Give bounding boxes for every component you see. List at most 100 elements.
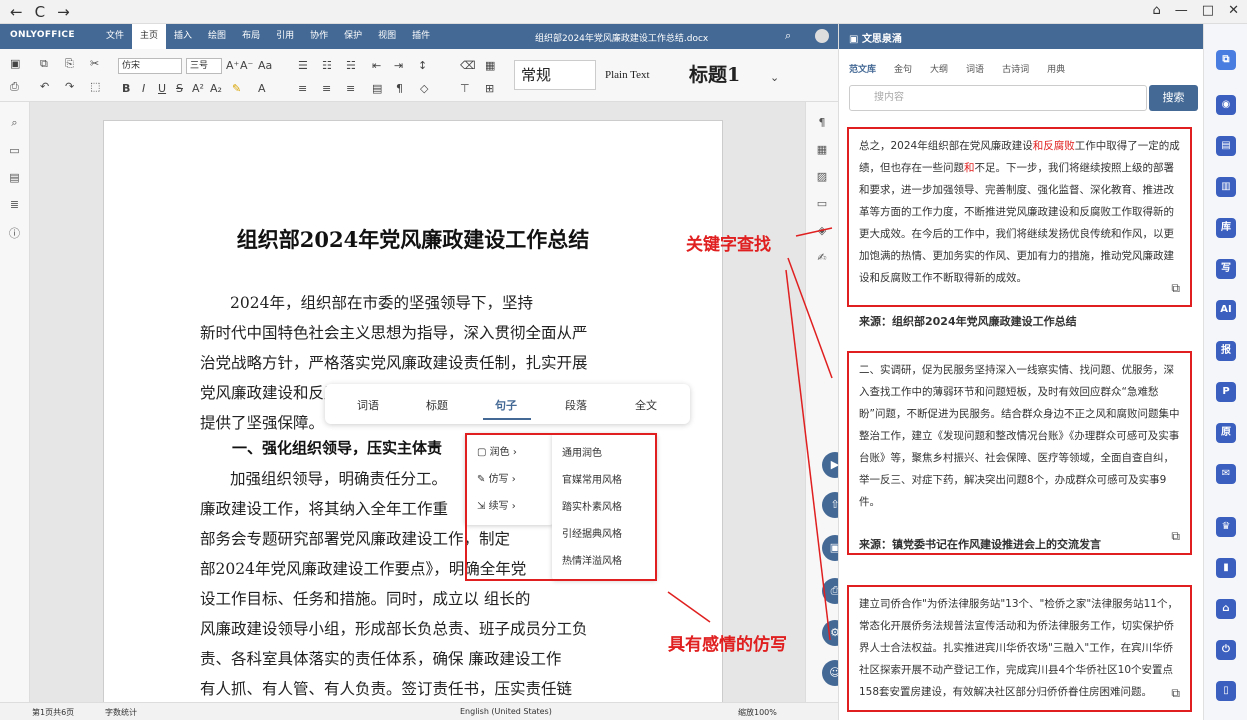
subscript-icon[interactable]: A₂	[210, 82, 222, 95]
style-heading1[interactable]: 标题1	[682, 60, 762, 90]
bullet-list-icon[interactable]: ☰	[298, 59, 308, 72]
copy-icon[interactable]: ⧉	[40, 57, 48, 71]
tab-protect[interactable]: 保护	[336, 24, 370, 49]
navigation-icon[interactable]: ≣	[0, 198, 29, 211]
popup-option-sentence[interactable]: 句子	[495, 397, 517, 413]
word-count[interactable]: 字数统计	[105, 707, 137, 718]
search-icon[interactable]: ⌕	[785, 29, 791, 43]
font-name-select[interactable]: 仿宋	[118, 58, 182, 74]
undo-icon[interactable]: ↶	[40, 80, 49, 93]
comments-icon[interactable]: ▭	[0, 144, 29, 157]
bold-icon[interactable]: B	[122, 82, 130, 95]
avatar[interactable]	[815, 29, 829, 43]
sidebar-toggle-icon[interactable]: ⧉	[1216, 50, 1236, 70]
library-icon[interactable]: 库	[1216, 218, 1236, 238]
highlight-icon[interactable]: ✎	[232, 82, 241, 95]
popup-option-paragraph[interactable]: 段落	[565, 397, 587, 413]
info-icon[interactable]: ⓘ	[0, 225, 29, 241]
power-icon[interactable]: ⏻	[1216, 640, 1236, 660]
tab-essay-library[interactable]: 范文库	[849, 62, 876, 75]
refresh-icon[interactable]: C	[35, 3, 45, 21]
tab-insert[interactable]: 插入	[166, 24, 200, 49]
tab-references[interactable]: 引用	[268, 24, 302, 49]
change-case-icon[interactable]: Aa	[258, 59, 272, 72]
justify-icon[interactable]: ▤	[372, 82, 382, 95]
phone-icon[interactable]: ▯	[1216, 681, 1236, 701]
popup-option-word[interactable]: 词语	[357, 397, 379, 413]
back-icon[interactable]: ←	[10, 3, 23, 21]
style-normal[interactable]: 常规	[514, 60, 596, 90]
language-select[interactable]: English (United States)	[460, 707, 552, 716]
tab-poems[interactable]: 古诗词	[1002, 62, 1029, 75]
panel-search-input[interactable]: 搜内容	[849, 85, 1147, 111]
forward-icon[interactable]: →	[57, 3, 70, 21]
minimize-icon[interactable]: —	[1175, 3, 1188, 18]
tab-collaborate[interactable]: 协作	[302, 24, 336, 49]
result-card[interactable]: 二、实调研，促为民服务坚持深入一线察实情、找问题、优服务，深入查找工作中的薄弱环…	[847, 351, 1192, 555]
table-settings-icon[interactable]: ▦	[806, 143, 838, 156]
tab-layout[interactable]: 布局	[234, 24, 268, 49]
clear-style-icon[interactable]: ⌫	[460, 59, 476, 72]
signature-icon[interactable]: ✍	[806, 251, 838, 264]
house-icon[interactable]: ⌂	[1216, 599, 1236, 619]
underline-icon[interactable]: U	[158, 82, 166, 95]
numbered-list-icon[interactable]: ☷	[322, 59, 332, 72]
tab-quotes[interactable]: 金句	[894, 62, 912, 75]
globe-icon[interactable]: ◉	[1216, 95, 1236, 115]
align-center-icon[interactable]: ≡	[322, 82, 331, 95]
template-icon[interactable]: 原	[1216, 423, 1236, 443]
decrease-font-icon[interactable]: A⁻	[240, 59, 253, 72]
font-size-select[interactable]: 三号	[186, 58, 222, 74]
redo-icon[interactable]: ↷	[65, 80, 74, 93]
result-card[interactable]: 总之，2024年组织部在党风廉政建设和反腐败工作中取得了一定的成绩，但也存在一些…	[847, 127, 1192, 307]
shape-settings-icon[interactable]: ◈	[806, 224, 838, 237]
ai-icon[interactable]: AI	[1216, 300, 1236, 320]
save-icon[interactable]: ▣	[10, 57, 20, 70]
tab-home[interactable]: 主页	[132, 24, 167, 49]
image-settings-icon[interactable]: ▨	[806, 170, 838, 183]
italic-icon[interactable]: I	[142, 82, 145, 95]
result-card[interactable]: 建立司侨合作"为侨法律服务站"13个、"检侨之家"法律服务站11个，常态化开展侨…	[847, 585, 1192, 712]
increase-font-icon[interactable]: A⁺	[226, 59, 239, 72]
ppt-icon[interactable]: P	[1216, 382, 1236, 402]
multilevel-list-icon[interactable]: ☵	[346, 59, 356, 72]
maximize-icon[interactable]: □	[1202, 3, 1214, 18]
increase-indent-icon[interactable]: ⇥	[394, 59, 403, 72]
shading-icon[interactable]: ◇	[420, 82, 428, 95]
tab-view[interactable]: 视图	[370, 24, 404, 49]
tab-draw[interactable]: 绘图	[200, 24, 234, 49]
print-icon[interactable]: ⎙	[10, 80, 19, 94]
header-footer-icon[interactable]: ▭	[806, 197, 838, 210]
align-right-icon[interactable]: ≡	[346, 82, 355, 95]
document-icon[interactable]: ▥	[1216, 177, 1236, 197]
home-icon[interactable]: ⌂	[1153, 3, 1161, 18]
chat-icon[interactable]: ▤	[0, 171, 29, 184]
strikethrough-icon[interactable]: S	[176, 82, 183, 95]
style-plain-text[interactable]: Plain Text	[598, 60, 680, 90]
briefcase-icon[interactable]: ▤	[1216, 136, 1236, 156]
tab-outline[interactable]: 大纲	[930, 62, 948, 75]
align-left-icon[interactable]: ≡	[298, 82, 307, 95]
popup-option-title[interactable]: 标题	[426, 397, 448, 413]
font-color-icon[interactable]: A	[258, 82, 266, 95]
paste-icon[interactable]: ⎘	[65, 57, 74, 71]
zoom-level[interactable]: 缩放100%	[738, 707, 777, 718]
tab-allusions[interactable]: 用典	[1047, 62, 1065, 75]
popup-option-fulltext[interactable]: 全文	[635, 397, 657, 413]
gift-icon[interactable]: ✉	[1216, 464, 1236, 484]
close-icon[interactable]: ✕	[1228, 3, 1239, 18]
crown-icon[interactable]: ♛	[1216, 517, 1236, 537]
tab-words[interactable]: 词语	[966, 62, 984, 75]
paragraph-marks-icon[interactable]: ¶	[396, 82, 403, 95]
chart-icon[interactable]: ▮	[1216, 558, 1236, 578]
select-all-icon[interactable]: ⬚	[90, 80, 100, 93]
report-icon[interactable]: 报	[1216, 341, 1236, 361]
tab-plugins[interactable]: 插件	[404, 24, 438, 49]
decrease-indent-icon[interactable]: ⇤	[372, 59, 381, 72]
panel-search-button[interactable]: 搜索	[1149, 85, 1198, 111]
line-spacing-icon[interactable]: ↕	[418, 59, 427, 72]
paragraph-settings-icon[interactable]: ¶	[806, 116, 838, 129]
write-icon[interactable]: 写	[1216, 259, 1236, 279]
styles-expand-icon[interactable]: ⌄	[770, 71, 779, 84]
insert-image-icon[interactable]: ▦	[485, 59, 495, 72]
